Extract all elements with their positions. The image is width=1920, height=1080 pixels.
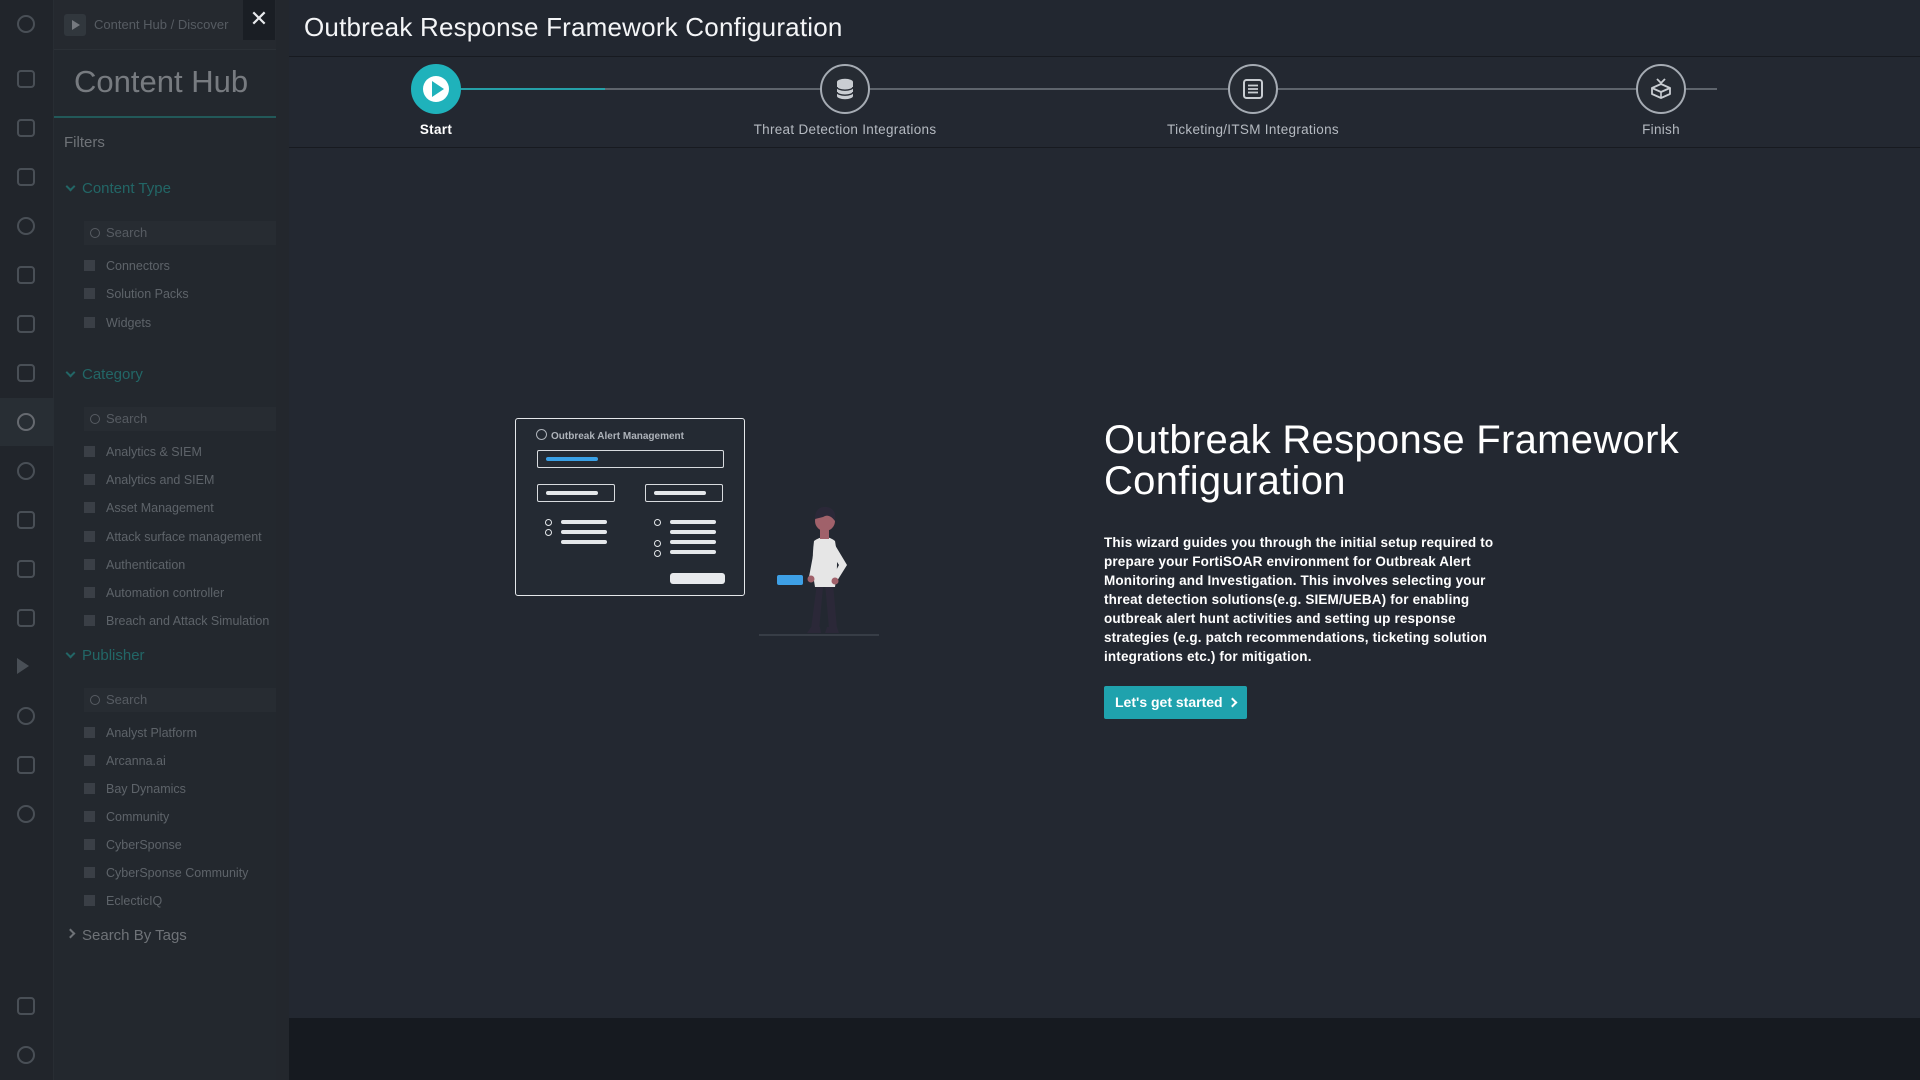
wizard-modal: Outbreak Response Framework Configuratio…	[289, 0, 1920, 1080]
hero-description: This wizard guides you through the initi…	[1104, 535, 1494, 664]
step-label-finish: Finish	[1642, 122, 1680, 137]
modal-footer	[289, 1018, 1920, 1080]
illustration-dropdown	[645, 484, 723, 502]
chevron-right-icon	[1227, 697, 1238, 708]
start-button-label: Let's get started	[1115, 694, 1223, 710]
modal-title: Outbreak Response Framework Configuratio…	[304, 12, 843, 42]
step-label-ticketing: Ticketing/ITSM Integrations	[1167, 122, 1339, 137]
step-ticketing[interactable]	[1228, 64, 1278, 114]
step-threat-detection[interactable]	[820, 64, 870, 114]
modal-header: Outbreak Response Framework Configuratio…	[289, 0, 1920, 57]
lets-get-started-button[interactable]: Let's get started	[1104, 686, 1247, 719]
illustration-window-title: Outbreak Alert Management	[536, 429, 684, 442]
list-icon	[1243, 79, 1263, 99]
illustration-dropdown	[537, 484, 615, 502]
step-label-threat-detection: Threat Detection Integrations	[753, 122, 937, 137]
step-finish[interactable]	[1636, 64, 1686, 114]
hero-title: Outbreak Response Framework Configuratio…	[1104, 418, 1679, 503]
stepper-progress	[436, 88, 605, 90]
database-icon	[836, 78, 854, 100]
person-illustration	[759, 506, 879, 636]
modal-backdrop[interactable]	[0, 0, 289, 1080]
illustration-field	[537, 450, 724, 468]
illustration-window: Outbreak Alert Management	[515, 418, 745, 596]
play-icon	[423, 76, 449, 102]
step-start[interactable]	[411, 64, 461, 114]
wizard-stepper: Start Threat Detection Integrations Tick…	[289, 57, 1920, 148]
box-icon	[1651, 78, 1671, 99]
wizard-content: Outbreak Alert Management Outbreak Respo…	[289, 148, 1920, 1018]
step-label-start: Start	[419, 122, 453, 137]
close-icon[interactable]: ✕	[243, 0, 275, 40]
modal-edge	[276, 0, 289, 1080]
